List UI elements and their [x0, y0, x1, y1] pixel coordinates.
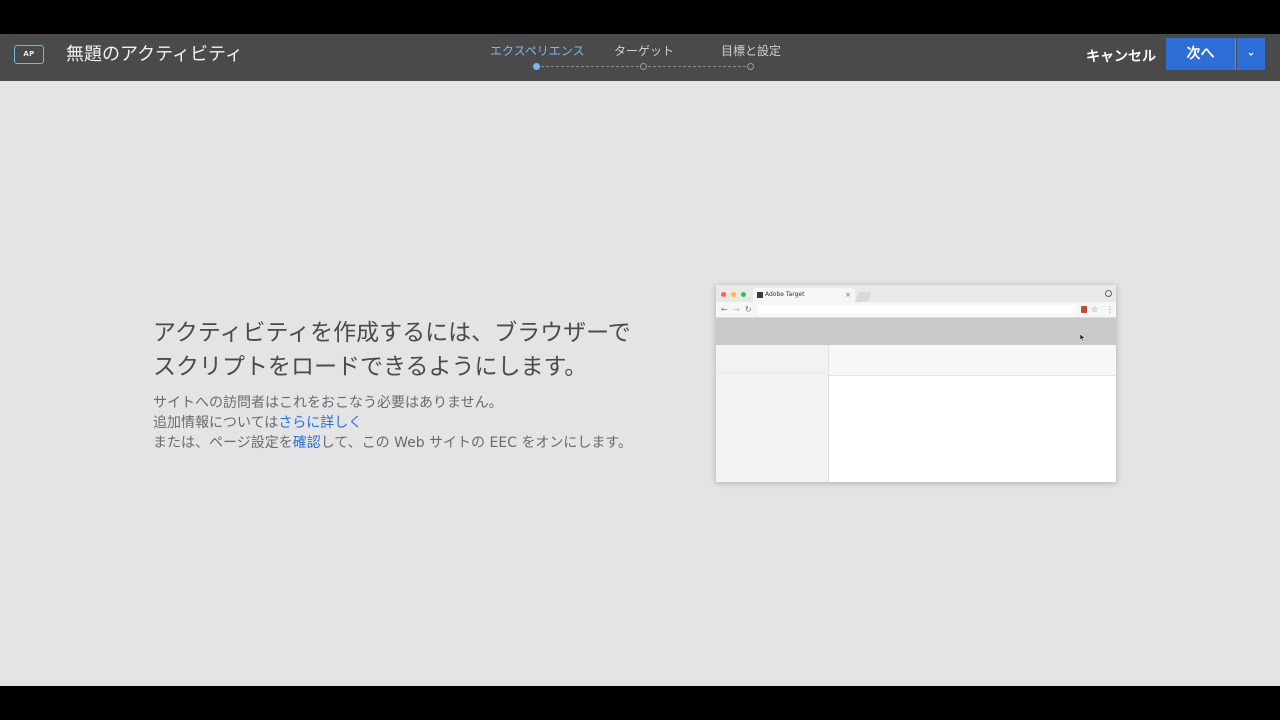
browser-illustration: Adobe Target × ← → ↻ ☆ ⋮ — [716, 285, 1116, 482]
address-bar — [758, 305, 1076, 314]
reload-icon: ↻ — [745, 305, 752, 314]
content-band-placeholder — [829, 345, 1116, 376]
headline-line-1: アクティビティを作成するには、ブラウザーで — [153, 320, 631, 346]
description-line-3-suffix: して、この Web サイトの EEC をオンにします。 — [320, 435, 633, 451]
top-bar: AP 無題のアクティビティ エクスペリエンス ターゲット 目標と設定 キャンセル… — [0, 34, 1280, 81]
step-indicator-experience — [533, 63, 540, 70]
letterbox-top — [0, 0, 1280, 34]
browser-toolbar: ← → ↻ ☆ ⋮ — [716, 302, 1116, 318]
maximize-dot-icon — [741, 292, 746, 297]
favicon-icon — [757, 292, 763, 298]
description-line-3-prefix: または、ページ設定を — [153, 435, 293, 451]
headline-line-2: スクリプトをロードできるようにします。 — [153, 354, 588, 380]
tab-close-icon: × — [845, 291, 851, 299]
description-line-1: サイトへの訪問者はこれをおこなう必要はありません。 — [153, 395, 503, 411]
sidebar-placeholder — [716, 345, 829, 482]
browser-tab-title: Adobe Target — [765, 291, 805, 298]
forward-arrow-icon: → — [733, 305, 740, 314]
page-settings-link[interactable]: 確認 — [293, 435, 321, 451]
next-dropdown-button[interactable] — [1237, 38, 1265, 70]
extension-icon — [1081, 306, 1087, 313]
step-goals-settings[interactable]: 目標と設定 — [721, 43, 781, 59]
letterbox-bottom — [0, 686, 1280, 720]
next-button[interactable]: 次へ — [1166, 38, 1236, 70]
step-connector — [541, 66, 639, 67]
description: サイトへの訪問者はこれをおこなう必要はありません。 追加情報についてはさらに詳し… — [153, 393, 693, 453]
step-experience[interactable]: エクスペリエンス — [490, 43, 585, 59]
learn-more-link[interactable]: さらに詳しく — [278, 415, 362, 431]
kebab-menu-icon: ⋮ — [1106, 305, 1114, 314]
minimize-dot-icon — [731, 292, 736, 297]
profile-icon — [1105, 290, 1112, 297]
description-line-2: 追加情報についてはさらに詳しく — [153, 413, 693, 433]
close-dot-icon — [721, 292, 726, 297]
step-indicator-goals — [747, 63, 754, 70]
cursor-icon — [1080, 334, 1086, 342]
back-arrow-icon: ← — [721, 305, 728, 314]
new-tab-icon — [855, 292, 872, 302]
sidebar-row-placeholder — [716, 367, 828, 375]
description-line-2-text: 追加情報については — [153, 415, 279, 431]
step-connector — [648, 66, 746, 67]
page-headline: アクティビティを作成するには、ブラウザーで スクリプトをロードできるようにします… — [153, 316, 693, 384]
main-content: アクティビティを作成するには、ブラウザーで スクリプトをロードできるようにします… — [0, 81, 1280, 686]
star-icon: ☆ — [1091, 305, 1099, 314]
page-header-placeholder — [716, 318, 1116, 345]
chevron-down-icon — [1248, 52, 1254, 56]
description-line-3: または、ページ設定を確認して、この Web サイトの EEC をオンにします。 — [153, 433, 693, 453]
step-indicator-targeting — [640, 63, 647, 70]
browser-tab-bar: Adobe Target × — [716, 285, 1116, 302]
browser-tab: Adobe Target × — [753, 288, 855, 302]
step-targeting[interactable]: ターゲット — [614, 43, 674, 59]
cancel-button[interactable]: キャンセル — [1080, 44, 1162, 70]
